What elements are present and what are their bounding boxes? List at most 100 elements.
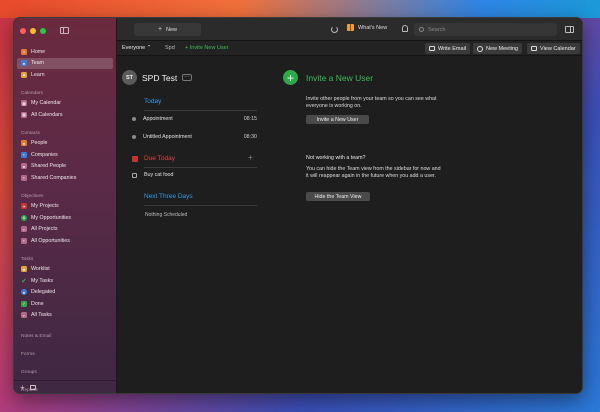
sidebar-item-done[interactable]: ✓ Done [17,298,113,310]
search-input[interactable] [428,26,538,33]
person-icon: ● [21,140,27,147]
more-icon[interactable]: ··· [182,74,192,81]
sidebar-item-all-projects[interactable]: ▪ All Projects [17,224,113,236]
sidebar-list: ⌂ Home ● Team ▲ Learn Calendars ▦ My Cal… [17,46,113,393]
invite-user-button[interactable]: Invite a New User [306,115,369,124]
divider [144,167,257,168]
write-email-button[interactable]: Write Email [425,43,471,54]
sidebar-item-people[interactable]: ● People [17,138,113,150]
hide-team-view-button[interactable]: Hide the Team View [306,192,370,201]
app-window: ⌂ Home ● Team ▲ Learn Calendars ▦ My Cal… [13,17,583,394]
task-title: Buy cat food [144,172,174,178]
sidebar-item-my-projects[interactable]: ✈ My Projects [17,201,113,213]
task-checkbox[interactable] [132,172,137,178]
sidebar-item-label: Delegated [31,289,56,296]
sidebar-section-tasks[interactable]: Tasks [17,252,113,262]
divider [144,205,257,206]
everyone-label: Everyone [122,45,146,51]
no-team-heading: Not working with a team? [306,155,366,161]
sidebar-section-notes-email[interactable]: Notes & Email [17,329,113,339]
minimize-window-button[interactable] [30,28,36,34]
sidebar-item-label: Home [31,48,46,55]
sidebar: ⌂ Home ● Team ▲ Learn Calendars ▦ My Cal… [14,18,117,393]
whats-new-button[interactable]: What's New [347,24,387,31]
done-icon: ✓ [21,300,27,307]
zoom-window-button[interactable] [40,28,46,34]
sidebar-item-label: All Calendars [31,111,63,118]
titlebar: + New What's New [117,18,582,41]
search-field[interactable] [414,23,557,36]
empty-state-text: Nothing Scheduled [145,212,188,218]
sidebar-item-home[interactable]: ⌂ Home [17,46,113,58]
search-icon [419,27,424,32]
sidebar-item-label: All Opportunities [31,237,70,244]
mini-calendar-icon[interactable] [30,385,36,390]
sidebar-item-learn[interactable]: ▲ Learn [17,69,113,81]
inspector-toggle-icon[interactable] [565,26,574,33]
whats-new-label: What's New [358,24,388,31]
chevron-updown-icon: ⌃ [146,45,152,51]
team-icon: ● [21,60,27,67]
sidebar-item-worklist[interactable]: ★ Worklist [17,264,113,276]
shared-people-icon: ● [21,163,27,170]
sidebar-item-my-calendar[interactable]: ▦ My Calendar [17,98,113,110]
sidebar-item-label: Worklist [31,266,50,273]
add-task-icon[interactable]: + [248,153,253,162]
all-projects-icon: ▪ [21,226,27,233]
sidebar-item-all-calendars[interactable]: ▦ All Calendars [17,109,113,121]
new-button-label: New [166,26,178,33]
main-area: + New What's New Everyone ⌃ Spd + Invite… [117,18,582,393]
sync-icon[interactable] [331,26,338,33]
sidebar-item-label: My Calendar [31,100,62,107]
bell-icon[interactable] [402,25,408,32]
new-meeting-label: New Meeting [486,45,519,52]
window-controls [20,28,46,34]
add-user-icon[interactable]: + [283,70,298,85]
list-item[interactable]: Buy cat food [132,172,173,178]
sidebar-item-all-tasks[interactable]: ▪ All Tasks [17,310,113,322]
plus-icon: + [157,26,163,33]
new-button[interactable]: + New [134,23,201,36]
invite-new-user-link[interactable]: + Invite New User [185,45,229,51]
sidebar-section-calendars[interactable]: Calendars [17,86,113,96]
sidebar-section-objectives[interactable]: Objectives [17,189,113,199]
sidebar-item-delegated[interactable]: ● Delegated [17,287,113,299]
sidebar-item-all-opportunities[interactable]: ▪ All Opportunities [17,235,113,247]
desktop-wallpaper [0,0,600,18]
clock-icon [477,45,483,52]
company-icon: ▪ [21,151,27,158]
sidebar-item-companies[interactable]: ▪ Companies [17,149,113,161]
list-item[interactable]: Untitled Appointment 08:30 [132,132,257,142]
write-email-label: Write Email [438,45,467,52]
sidebar-item-label: Learn [31,71,45,78]
list-item[interactable]: Appointment 08:15 [132,114,257,124]
envelope-icon [429,46,435,51]
view-calendar-button[interactable]: View Calendar [527,43,580,54]
sidebar-toggle-icon[interactable] [60,27,69,34]
everyone-dropdown[interactable]: Everyone ⌃ [122,45,151,51]
invite-label: Invite New User [189,45,229,51]
calendar-due-icon [132,156,138,162]
sidebar-section-groups[interactable]: Groups [17,365,113,375]
invite-description: Invite other people from your team so yo… [306,96,437,110]
sidebar-item-shared-companies[interactable]: ▪ Shared Companies [17,172,113,184]
avatar[interactable]: ST [122,70,137,85]
calendars-icon: ▦ [21,111,27,118]
sidebar-section-contacts[interactable]: Contacts [17,126,113,136]
sidebar-item-my-opportunities[interactable]: $ My Opportunities [17,212,113,224]
sidebar-item-label: My Opportunities [31,214,72,221]
sidebar-item-my-tasks[interactable]: ✔ My Tasks [17,275,113,287]
sidebar-item-shared-people[interactable]: ● Shared People [17,161,113,173]
sidebar-section-forms[interactable]: Forms [17,347,113,357]
toolbar: Everyone ⌃ Spd + Invite New User Write E… [117,41,582,56]
sidebar-item-team[interactable]: ● Team [17,57,113,69]
calendar-icon: ▦ [21,100,27,107]
all-opportunities-icon: ▪ [21,237,27,244]
sidebar-item-label: My Projects [31,203,59,210]
add-icon[interactable]: + [20,383,25,392]
spd-filter[interactable]: Spd [165,45,175,51]
close-window-button[interactable] [20,28,26,34]
new-meeting-button[interactable]: New Meeting [473,43,523,54]
gift-icon [347,24,354,31]
sidebar-item-label: Team [31,60,44,67]
